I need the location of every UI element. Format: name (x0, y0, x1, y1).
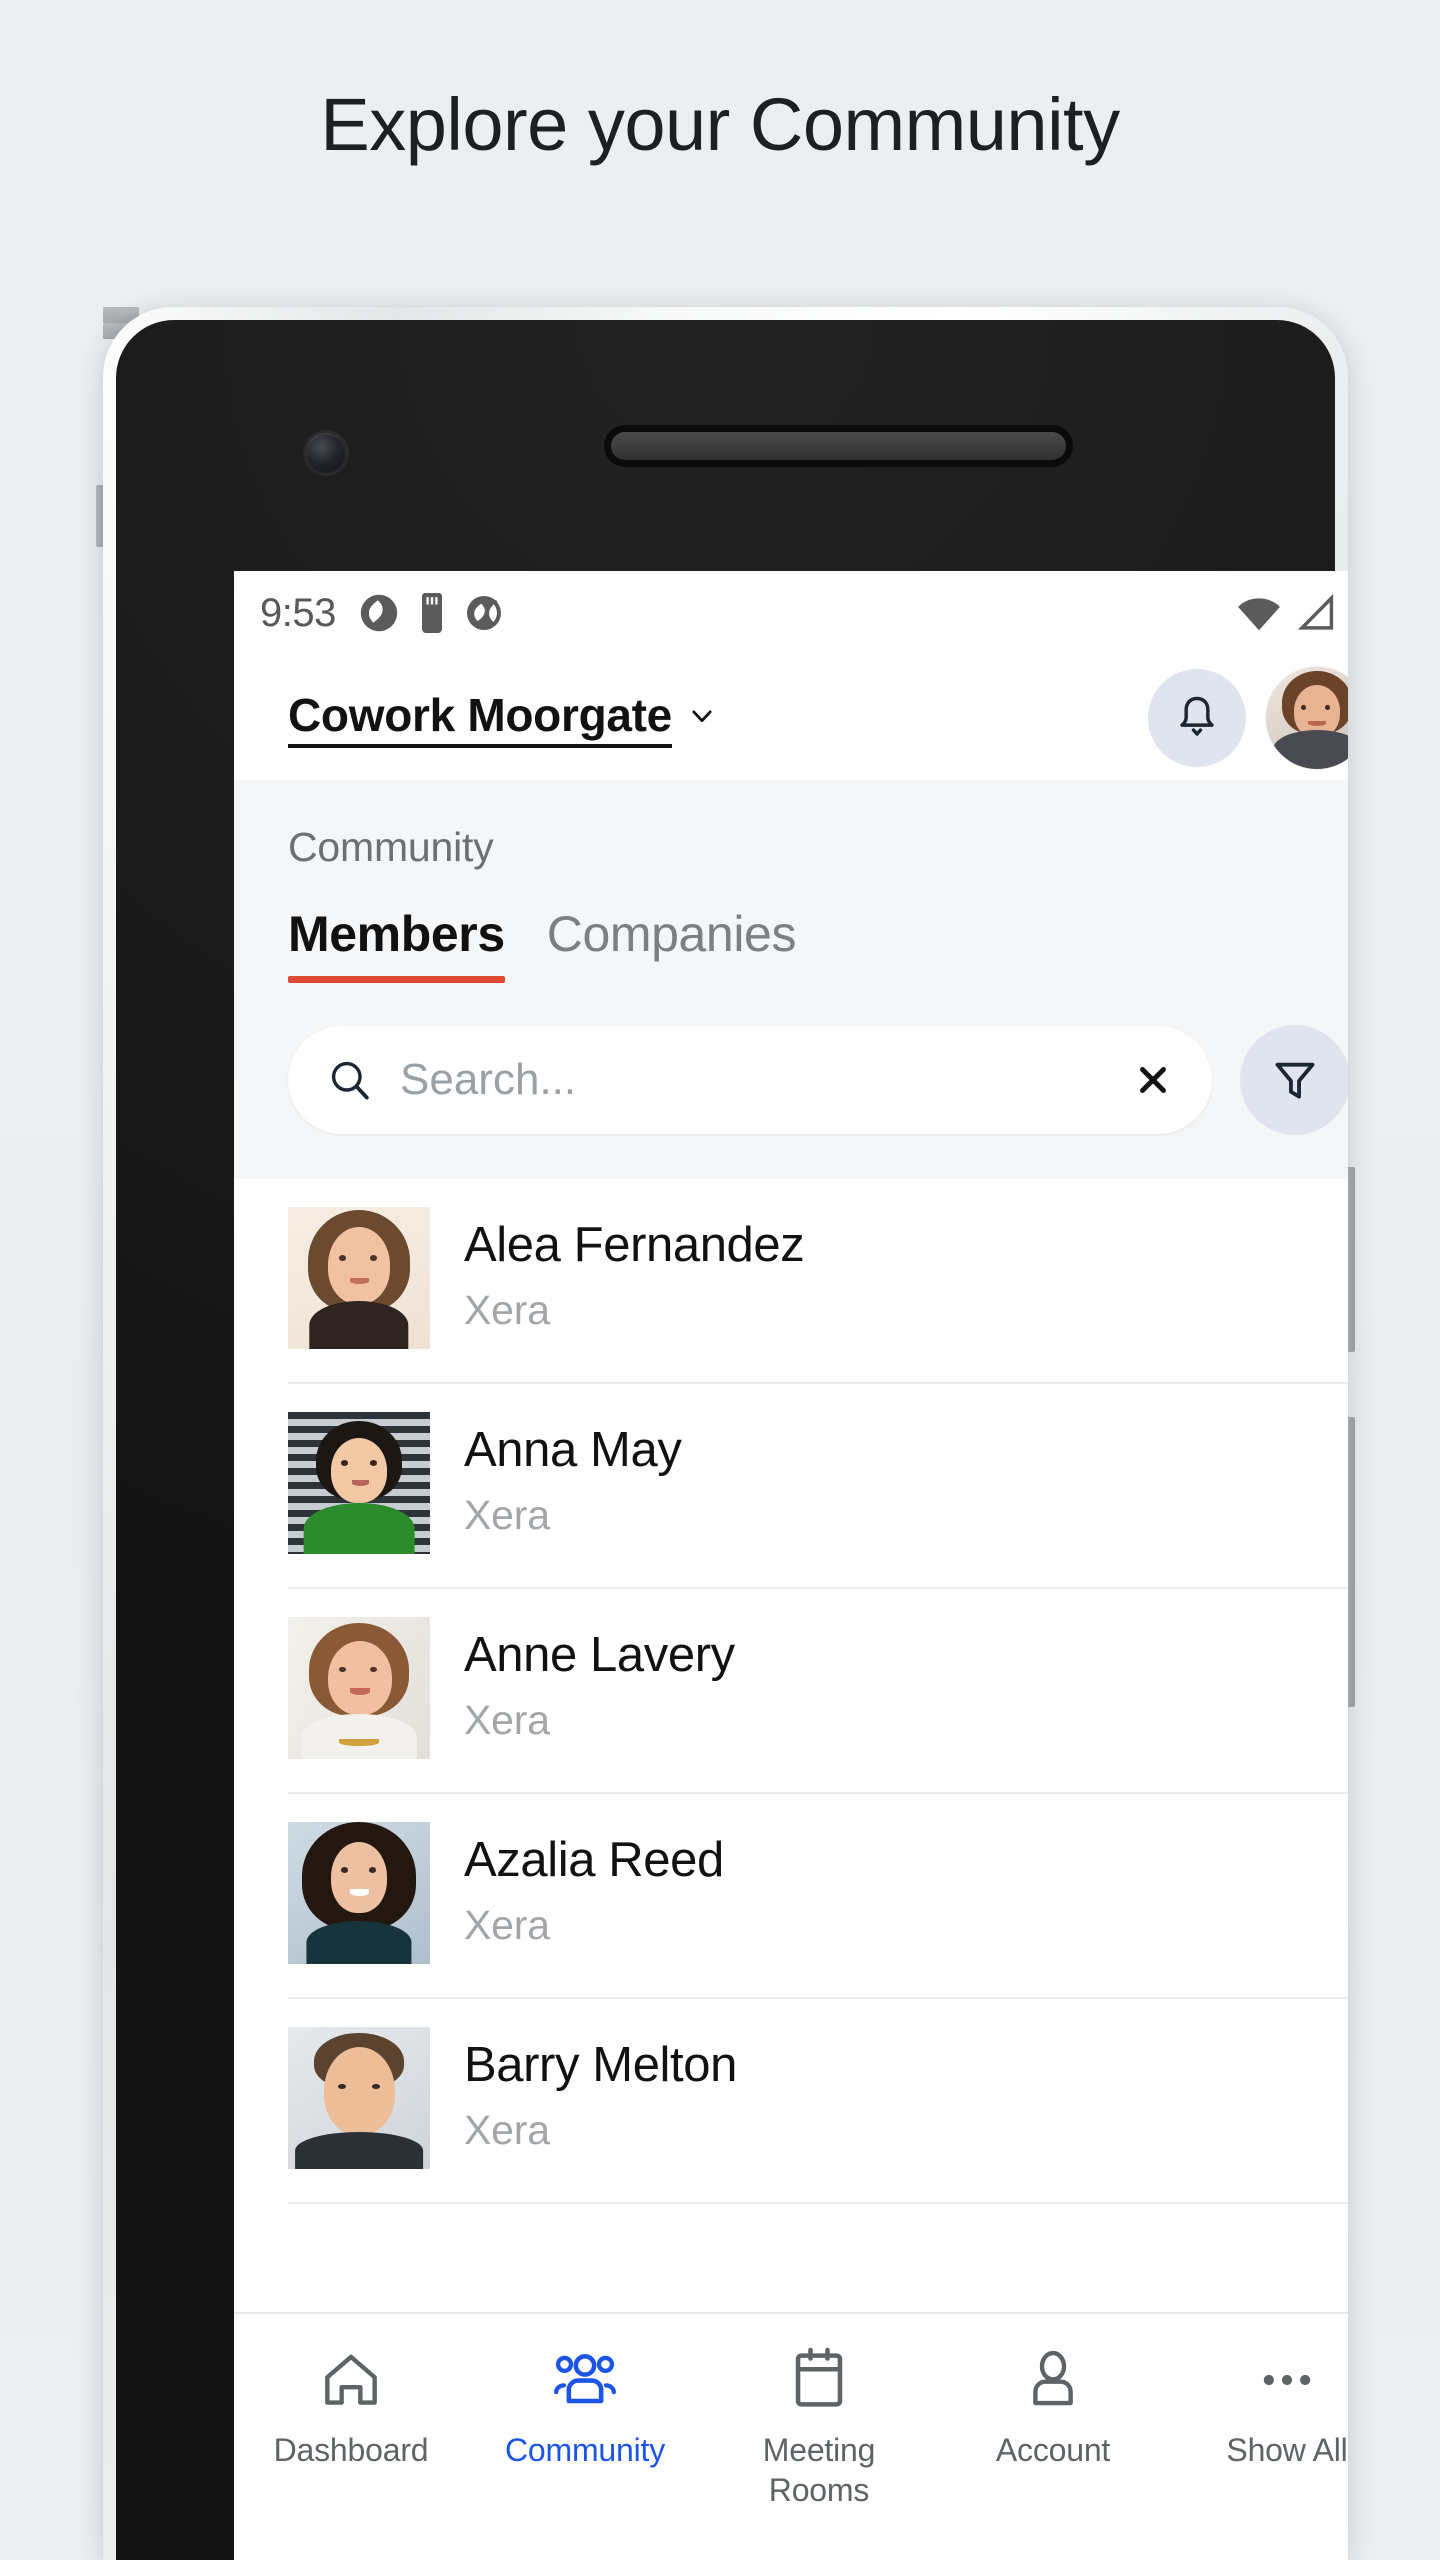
close-icon (1140, 1067, 1166, 1093)
status-bar-notification-icons (358, 592, 504, 634)
sync-icon (360, 594, 398, 632)
member-photo-image (288, 1822, 430, 1964)
nav-item-account[interactable]: Account (936, 2344, 1170, 2470)
front-camera-icon (306, 433, 346, 473)
bell-icon (1180, 696, 1214, 736)
filter-funnel-icon (1275, 1062, 1315, 1099)
filter-button[interactable] (1240, 1025, 1348, 1135)
cellular-signal-icon (1297, 593, 1334, 630)
member-photo (288, 1412, 430, 1554)
notifications-button[interactable] (1148, 668, 1246, 767)
tab-members[interactable]: Members (288, 905, 505, 983)
nav-item-dashboard[interactable]: Dashboard (234, 2344, 468, 2470)
nav-label: Show All (1226, 2432, 1348, 2468)
community-subheader: Community Members Companies (234, 780, 1348, 1179)
member-company: Xera (464, 2107, 550, 2154)
member-company: Xera (464, 1697, 550, 1744)
phone-body: 9:53 Cowork Moorgate Community Members C… (103, 307, 1348, 2560)
bottom-navigation: Dashboard Community Meeting Rooms Accoun… (234, 2312, 1348, 2560)
status-bar-system-icons (1236, 592, 1348, 634)
earpiece-speaker (611, 432, 1066, 460)
list-item[interactable]: Anna May Xera (234, 1384, 1348, 1589)
member-meta: Azalia Reed Xera (464, 1822, 724, 1949)
phone-screen: 9:53 Cowork Moorgate Community Members C… (234, 571, 1348, 2560)
member-name: Barry Melton (464, 2038, 737, 2092)
search-clear-button[interactable] (1128, 1053, 1178, 1107)
tab-bar: Members Companies (234, 871, 1348, 983)
chevron-down-icon (692, 710, 712, 722)
nav-item-community[interactable]: Community (468, 2344, 702, 2470)
nav-item-show-all[interactable]: Show All (1170, 2344, 1348, 2470)
member-photo (288, 2027, 430, 2169)
member-photo (288, 1822, 430, 1964)
search-row (234, 983, 1348, 1179)
nav-label: Community (504, 2432, 665, 2468)
venue-selector[interactable]: Cowork Moorgate (288, 688, 716, 748)
nav-label: Account (995, 2432, 1111, 2468)
people-icon (550, 2344, 620, 2416)
list-item[interactable]: Barry Melton Xera (234, 1999, 1348, 2204)
page-title: Explore your Community (320, 83, 1120, 166)
home-icon (318, 2344, 384, 2416)
list-item[interactable]: Alea Fernandez Xera (234, 1179, 1348, 1384)
list-item[interactable]: Anne Lavery Xera (234, 1589, 1348, 1794)
member-name: Alea Fernandez (464, 1218, 805, 1272)
member-photo-image (288, 1412, 430, 1554)
avatar[interactable] (1266, 666, 1348, 769)
member-name: Anne Lavery (464, 1628, 735, 1682)
list-item[interactable]: Azalia Reed Xera (234, 1794, 1348, 1999)
member-list[interactable]: Alea Fernandez Xera Anna May Xera Anne L… (234, 1179, 1348, 2312)
member-company: Xera (464, 1287, 550, 1334)
venue-name-label: Cowork Moorgate (288, 688, 672, 748)
member-photo (288, 1617, 430, 1759)
search-box[interactable] (288, 1026, 1212, 1134)
calendar-icon (789, 2344, 849, 2416)
member-company: Xera (464, 1492, 550, 1539)
tab-companies[interactable]: Companies (547, 905, 797, 983)
status-bar-clock: 9:53 (260, 590, 336, 635)
search-icon (331, 1061, 369, 1100)
member-meta: Anna May Xera (464, 1412, 682, 1539)
member-meta: Alea Fernandez Xera (464, 1207, 805, 1334)
member-photo (288, 1207, 430, 1349)
vpn-icon (466, 596, 501, 630)
member-meta: Barry Melton Xera (464, 2027, 737, 2154)
person-icon (1022, 2344, 1084, 2416)
wifi-icon (1238, 598, 1280, 631)
app-header: Cowork Moorgate (234, 655, 1348, 780)
nav-label: Meeting Rooms (762, 2432, 876, 2508)
sd-card-icon (421, 593, 442, 633)
member-meta: Anne Lavery Xera (464, 1617, 735, 1744)
member-name: Anna May (464, 1423, 682, 1477)
nav-label: Dashboard (273, 2432, 429, 2468)
nav-item-meeting-rooms[interactable]: Meeting Rooms (702, 2344, 936, 2510)
member-photo-image (288, 2027, 430, 2169)
member-company: Xera (464, 1902, 550, 1949)
avatar-image (1266, 666, 1348, 769)
search-input[interactable] (400, 1055, 1128, 1105)
status-bar: 9:53 (234, 571, 1348, 655)
ellipsis-icon (1254, 2344, 1320, 2416)
section-title: Community (288, 824, 494, 870)
member-photo-image (288, 1207, 430, 1349)
member-photo-image (288, 1617, 430, 1759)
phone-mockup: 9:53 Cowork Moorgate Community Members C… (96, 307, 1355, 2560)
member-name: Azalia Reed (464, 1833, 724, 1887)
